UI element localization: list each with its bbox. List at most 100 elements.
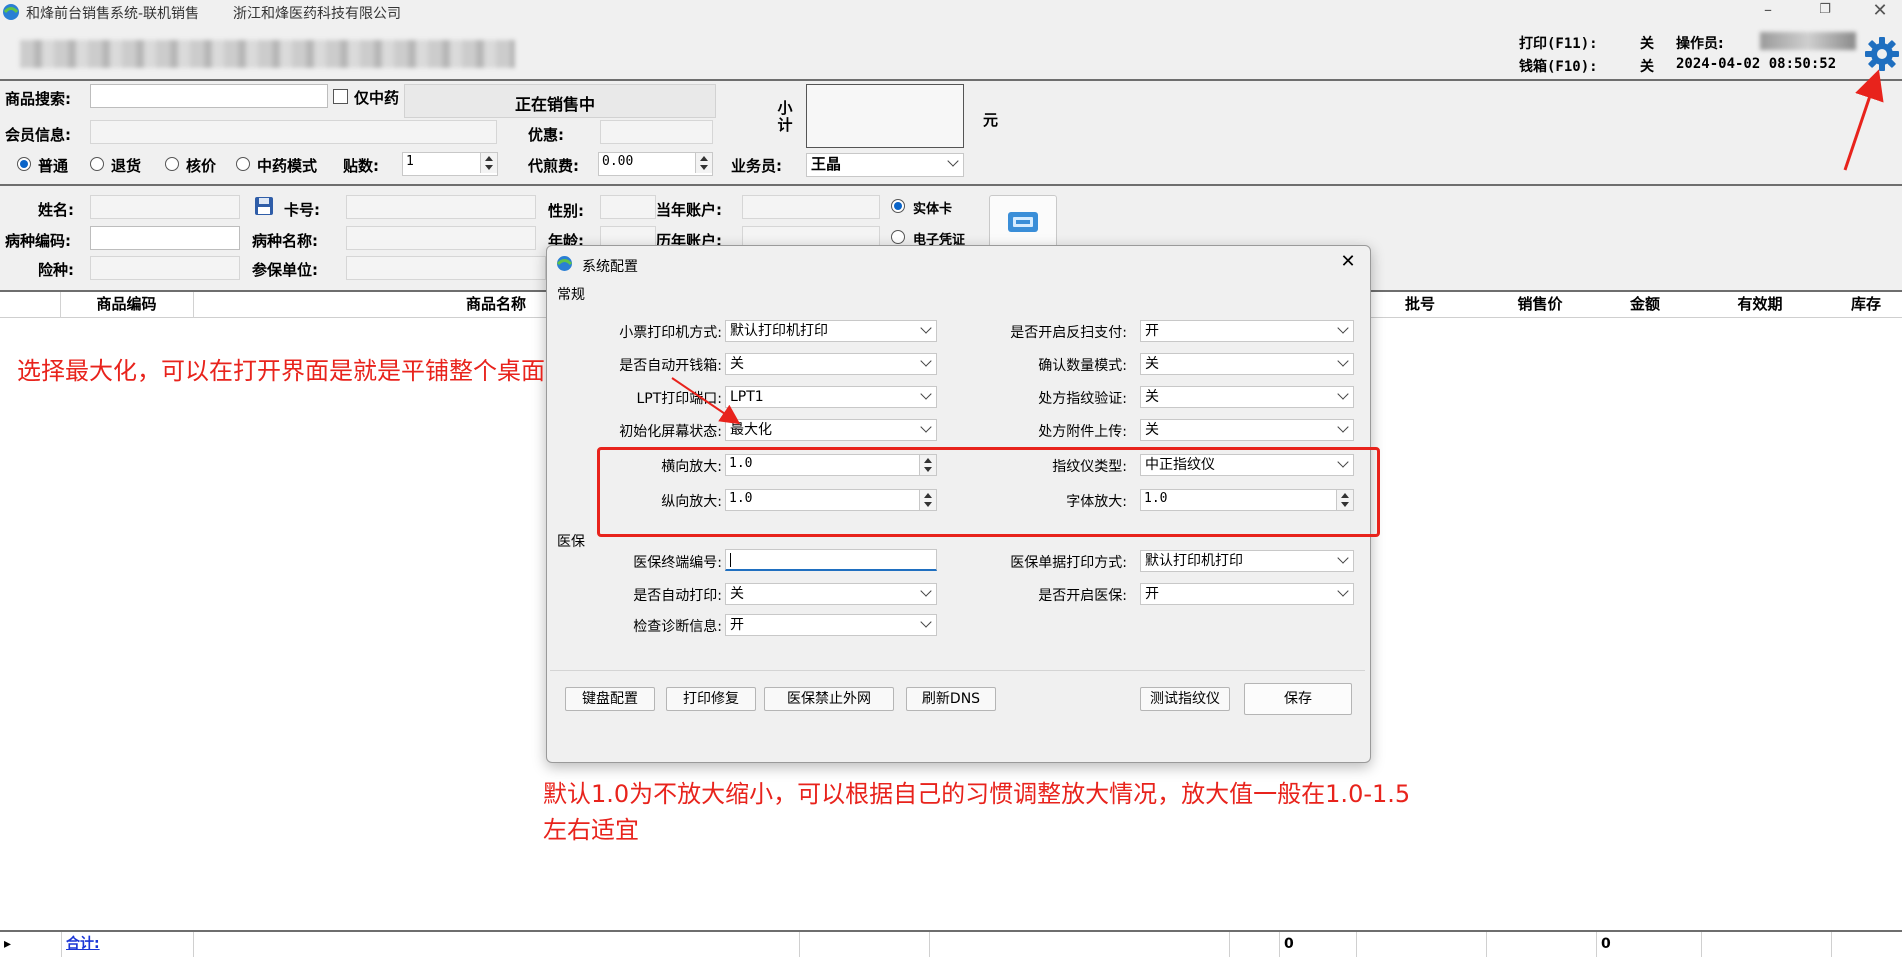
blurred-banner: [20, 40, 515, 68]
member-info-field: [90, 120, 497, 144]
doses-label: 贴数:: [343, 157, 379, 175]
save-button[interactable]: 保存: [1244, 683, 1352, 715]
insured-unit-field: [346, 256, 546, 280]
annotation-maximize-note: 选择最大化，可以在打开界面是就是平铺整个桌面: [17, 357, 545, 385]
name-field: [90, 195, 240, 219]
check-diagnosis-select[interactable]: 开: [725, 614, 937, 636]
test-fingerprint-button[interactable]: 测试指纹仪: [1140, 687, 1230, 711]
proxy-fee-stepper[interactable]: 0.00: [598, 152, 713, 176]
terminal-id-input[interactable]: [725, 549, 937, 571]
salesman-value: 王晶: [811, 155, 842, 173]
print-repair-button[interactable]: 打印修复: [666, 687, 756, 711]
annotation-arrow-gear: [1843, 69, 1884, 171]
title-bar: 和烽前台销售系统-联机销售 浙江和烽医药科技有限公司 – ❐ ✕: [0, 0, 1902, 26]
gear-icon[interactable]: [1864, 36, 1900, 72]
print-value: 关: [1640, 36, 1654, 52]
bill-print-value: 默认打印机打印: [1145, 553, 1243, 569]
salesman-select[interactable]: 王晶: [806, 153, 964, 177]
receipt-printer-label: 小票打印机方式:: [619, 325, 722, 341]
proxy-fee-label: 代煎费:: [528, 157, 579, 175]
total-cell: [194, 932, 800, 957]
subtotal-display: [806, 84, 964, 148]
rx-attachment-value: 关: [1145, 422, 1159, 438]
screen-state-select[interactable]: 最大化: [725, 419, 937, 441]
card-number-field: [346, 195, 536, 219]
auto-open-drawer-select[interactable]: 关: [725, 353, 937, 375]
gender-label: 性别:: [548, 202, 584, 220]
total-label[interactable]: 合计:: [66, 936, 100, 952]
section-general: 常规: [557, 287, 585, 303]
total-qty: 0: [1280, 932, 1357, 957]
chevron-down-icon: [1337, 322, 1349, 334]
save-card-icon[interactable]: [254, 196, 274, 216]
enable-insurance-select[interactable]: 开: [1140, 583, 1354, 605]
restore-button[interactable]: ❐: [1815, 2, 1835, 24]
mode-normal-label: 普通: [38, 157, 69, 175]
receipt-printer-select[interactable]: 默认打印机打印: [725, 320, 937, 342]
chevron-down-icon: [1337, 355, 1349, 367]
auto-print-value: 关: [730, 586, 744, 602]
qty-confirm-select[interactable]: 关: [1140, 353, 1354, 375]
col-amount[interactable]: 金额: [1600, 292, 1690, 316]
auto-open-drawer-value: 关: [730, 356, 744, 372]
rx-fingerprint-value: 关: [1145, 389, 1159, 405]
mode-return-radio[interactable]: [90, 157, 104, 171]
read-card-button[interactable]: [989, 195, 1057, 249]
physical-card-label: 实体卡: [913, 202, 953, 217]
only-tcm-checkbox[interactable]: [333, 89, 348, 104]
refresh-dns-button[interactable]: 刷新DNS: [906, 687, 996, 711]
drawer-value: 关: [1640, 59, 1654, 75]
rx-attachment-select[interactable]: 关: [1140, 419, 1354, 441]
check-diagnosis-label: 检查诊断信息:: [633, 619, 722, 635]
auto-print-select[interactable]: 关: [725, 583, 937, 605]
col-product-code[interactable]: 商品编码: [60, 292, 193, 316]
e-voucher-radio[interactable]: [891, 230, 905, 244]
physical-card-radio[interactable]: [891, 199, 905, 213]
company-name: 浙江和烽医药科技有限公司: [233, 6, 401, 22]
lpt-port-select[interactable]: LPT1: [725, 386, 937, 408]
col-batch[interactable]: 批号: [1360, 292, 1480, 316]
disease-name-label: 病种名称:: [252, 232, 318, 250]
enable-insurance-value: 开: [1145, 586, 1159, 602]
card-reader-icon: [1008, 212, 1038, 232]
cur-account-label: 当年账户:: [656, 201, 722, 219]
insured-unit-label: 参保单位:: [252, 261, 318, 279]
col-stock[interactable]: 库存: [1830, 292, 1902, 316]
separator-top: [0, 79, 1902, 81]
drawer-label: 钱箱(F10):: [1519, 59, 1598, 75]
disease-code-input[interactable]: [90, 226, 240, 250]
total-cell: [1702, 932, 1832, 957]
mode-tcm-radio[interactable]: [236, 157, 250, 171]
mode-normal-radio[interactable]: [17, 157, 31, 171]
reverse-scan-select[interactable]: 开: [1140, 320, 1354, 342]
dialog-close-button[interactable]: ✕: [1336, 250, 1360, 274]
window-title: 和烽前台销售系统-联机销售: [26, 6, 200, 22]
member-label: 会员信息:: [5, 126, 71, 144]
total-amount: 0: [1597, 932, 1702, 957]
keyboard-config-button[interactable]: 键盘配置: [565, 687, 655, 711]
datetime: 2024-04-02 08:50:52: [1676, 56, 1837, 72]
close-window-button[interactable]: ✕: [1870, 0, 1890, 24]
print-label: 打印(F11):: [1519, 36, 1598, 52]
mode-price-check-radio[interactable]: [165, 157, 179, 171]
block-internet-button[interactable]: 医保禁止外网: [764, 687, 894, 711]
search-input[interactable]: [90, 84, 328, 108]
bill-print-select[interactable]: 默认打印机打印: [1140, 550, 1354, 572]
chevron-down-icon: [1337, 585, 1349, 597]
sales-status: 正在销售中: [515, 95, 596, 114]
disease-code-label: 病种编码:: [5, 232, 71, 250]
rx-fingerprint-select[interactable]: 关: [1140, 386, 1354, 408]
minimize-button[interactable]: –: [1758, 0, 1778, 24]
check-diagnosis-value: 开: [730, 617, 744, 633]
col-expiry[interactable]: 有效期: [1700, 292, 1820, 316]
insurance-type-label: 险种:: [38, 261, 74, 279]
col-sale-price[interactable]: 销售价: [1480, 292, 1600, 316]
app-logo-icon: [556, 256, 573, 271]
chevron-down-icon: [920, 616, 932, 628]
salesman-label: 业务员:: [731, 157, 782, 175]
gender-field: [600, 195, 656, 219]
auto-open-drawer-label: 是否自动开钱箱:: [619, 358, 722, 374]
doses-stepper[interactable]: 1: [402, 152, 498, 176]
card-label: 卡号:: [284, 201, 320, 219]
annotation-highlight-box: [597, 447, 1380, 537]
